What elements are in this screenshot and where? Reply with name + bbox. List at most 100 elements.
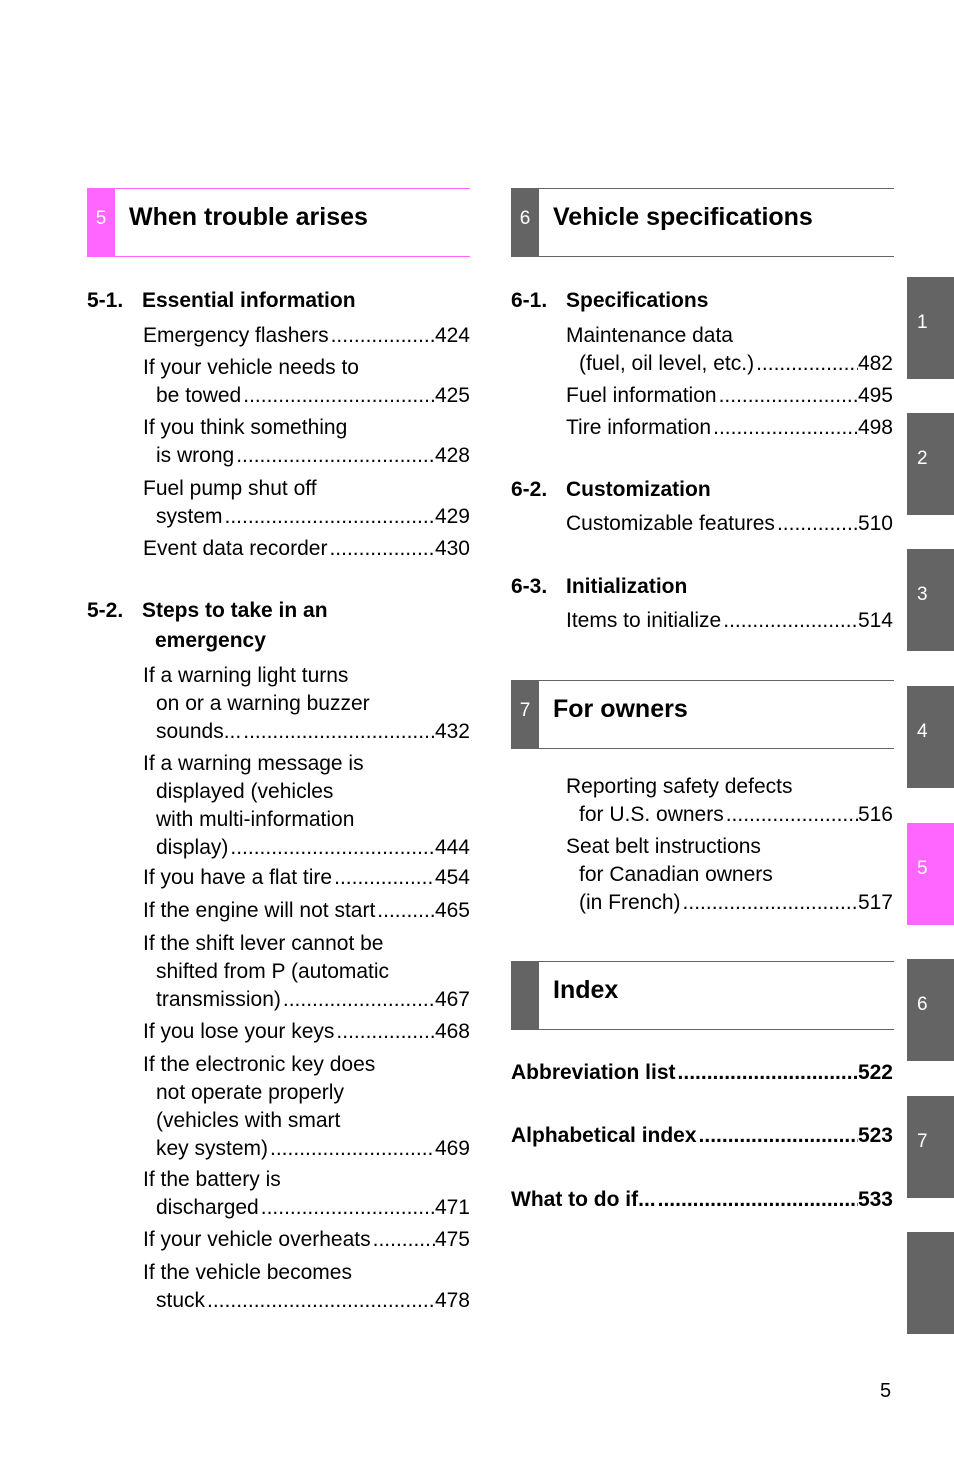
toc-entry[interactable]: If a warning message is displayed (vehicl… [143, 750, 470, 862]
chapter-tab-3[interactable]: 3 [907, 549, 954, 651]
toc-entry[interactable]: Tire information 498 [566, 414, 893, 442]
toc-entry-text: Customizable features [566, 512, 775, 535]
toc-entry-text: sounds... [156, 720, 242, 743]
toc-entry[interactable]: Event data recorder 430 [143, 535, 470, 563]
page-ref[interactable]: 428 [435, 442, 470, 470]
toc-entry[interactable]: If the engine will not start 465 [143, 897, 470, 925]
toc-entry-line: Alphabetical index 523 [511, 1122, 893, 1150]
toc-entry-text: If a warning message is [143, 752, 364, 775]
toc-entry[interactable]: If the electronic key does not operate pr… [143, 1051, 470, 1163]
toc-entry-text: is wrong [156, 444, 235, 467]
toc-entry[interactable]: If the shift lever cannot be shifted from… [143, 930, 470, 1014]
toc-entry[interactable]: Fuel pump shut off system 429 [143, 475, 470, 531]
toc-entry[interactable]: Customizable features 510 [566, 510, 893, 538]
chapter-header-6: 6 Vehicle specifications [511, 188, 894, 257]
toc-entry[interactable]: If your vehicle overheats 475 [143, 1226, 470, 1254]
toc-entry-text: Fuel information [566, 384, 717, 407]
dot-leader [329, 322, 435, 350]
page-ref[interactable]: 522 [858, 1059, 893, 1087]
toc-entry[interactable]: Alphabetical index 523 [511, 1122, 893, 1150]
page-ref[interactable]: 432 [435, 718, 470, 746]
section-number: 6-2. [511, 478, 548, 501]
toc-entry-line: If you have a flat tire 454 [143, 864, 470, 892]
chapter-title: For owners [553, 695, 688, 723]
section-title: Essential information [142, 289, 356, 312]
chapter-number: 7 [511, 681, 539, 748]
chapter-tab-6[interactable]: 6 [907, 959, 954, 1061]
page-ref[interactable]: 517 [858, 889, 893, 917]
page-ref[interactable]: 467 [435, 986, 470, 1014]
page-ref[interactable]: 533 [858, 1186, 893, 1214]
chapter-header-5: 5 When trouble arises [87, 188, 470, 257]
page-ref[interactable]: 469 [435, 1135, 470, 1163]
toc-entry[interactable]: Emergency flashers 424 [143, 322, 470, 350]
toc-entry[interactable]: Maintenance data (fuel, oil level, etc.) 4… [566, 322, 893, 378]
toc-entry-line: If the engine will not start 465 [143, 897, 470, 925]
toc-entry-line: stuck 478 [143, 1287, 470, 1315]
page-ref[interactable]: 425 [435, 382, 470, 410]
toc-entry[interactable]: If the battery is discharged 471 [143, 1166, 470, 1222]
toc-entry-line: If your vehicle overheats 475 [143, 1226, 470, 1254]
page-ref[interactable]: 516 [858, 801, 893, 829]
chapter-number [511, 962, 539, 1029]
dot-leader [724, 801, 858, 829]
toc-entry-text: Maintenance data [566, 324, 733, 347]
page-ref[interactable]: 495 [858, 382, 893, 410]
toc-entry[interactable]: Reporting safety defects for U.S. owners 5… [566, 773, 893, 829]
page-ref[interactable]: 523 [858, 1122, 893, 1150]
page-ref[interactable]: 424 [435, 322, 470, 350]
toc-entry-line: sounds... 432 [143, 718, 470, 746]
chapter-tab-5[interactable]: 5 [907, 823, 954, 925]
toc-entry-line: transmission) 467 [143, 986, 470, 1014]
page-ref[interactable]: 465 [435, 897, 470, 925]
toc-entry[interactable]: What to do if... 533 [511, 1186, 893, 1214]
section-title: Initialization [566, 575, 688, 598]
toc-entry[interactable]: If a warning light turns on or a warning … [143, 662, 470, 746]
toc-entry-line: Emergency flashers 424 [143, 322, 470, 350]
page-ref[interactable]: 478 [435, 1287, 470, 1315]
dot-leader [656, 1186, 858, 1214]
toc-entry-text: If you have a flat tire [143, 866, 333, 889]
toc-entry[interactable]: If you have a flat tire 454 [143, 864, 470, 892]
page-number: 5 [880, 1380, 892, 1402]
toc-entry-line: Abbreviation list 522 [511, 1059, 893, 1087]
toc-entry-line: key system) 469 [143, 1135, 470, 1163]
toc-entry[interactable]: Items to initialize 514 [566, 607, 893, 635]
toc-entry[interactable]: If you lose your keys 468 [143, 1018, 470, 1046]
chapter-tab-1[interactable]: 1 [907, 277, 954, 379]
toc-entry-text: for U.S. owners [579, 803, 724, 826]
toc-entry-text: discharged [156, 1196, 259, 1219]
toc-entry[interactable]: If the vehicle becomes stuck 478 [143, 1259, 470, 1315]
toc-entry-line: for U.S. owners 516 [566, 801, 893, 829]
page-ref[interactable]: 468 [435, 1018, 470, 1046]
toc-entry-text: (in French) [579, 891, 681, 914]
page-ref[interactable]: 444 [435, 834, 470, 862]
chapter-tab-4[interactable]: 4 [907, 686, 954, 788]
page-ref[interactable]: 454 [435, 864, 470, 892]
dot-leader [327, 535, 435, 563]
toc-entry-text: (vehicles with smart [156, 1109, 341, 1132]
toc-entry-text: If the engine will not start [143, 899, 376, 922]
chapter-tab-7[interactable]: 7 [907, 1096, 954, 1198]
toc-entry-line: Items to initialize 514 [566, 607, 893, 635]
page-ref[interactable]: 498 [858, 414, 893, 442]
page-ref[interactable]: 482 [858, 350, 893, 378]
toc-entry-text: If the shift lever cannot be [143, 932, 384, 955]
toc-entry[interactable]: If your vehicle needs to be towed 425 [143, 354, 470, 410]
page-ref[interactable]: 510 [858, 510, 893, 538]
toc-entry-line: system 429 [143, 503, 470, 531]
toc-entry[interactable]: If you think something is wrong 428 [143, 414, 470, 470]
page-ref[interactable]: 430 [435, 535, 470, 563]
toc-entry-line: (in French) 517 [566, 889, 893, 917]
toc-entry-text: If your vehicle needs to [143, 356, 359, 379]
page-ref[interactable]: 471 [435, 1194, 470, 1222]
toc-entry-line: Customizable features 510 [566, 510, 893, 538]
toc-entry[interactable]: Abbreviation list 522 [511, 1059, 893, 1087]
chapter-tab-index[interactable] [907, 1232, 954, 1334]
chapter-tab-2[interactable]: 2 [907, 413, 954, 515]
page-ref[interactable]: 475 [435, 1226, 470, 1254]
page-ref[interactable]: 429 [435, 503, 470, 531]
page-ref[interactable]: 514 [858, 607, 893, 635]
toc-entry[interactable]: Seat belt instructions for Canadian owner… [566, 833, 893, 917]
toc-entry[interactable]: Fuel information 495 [566, 382, 893, 410]
